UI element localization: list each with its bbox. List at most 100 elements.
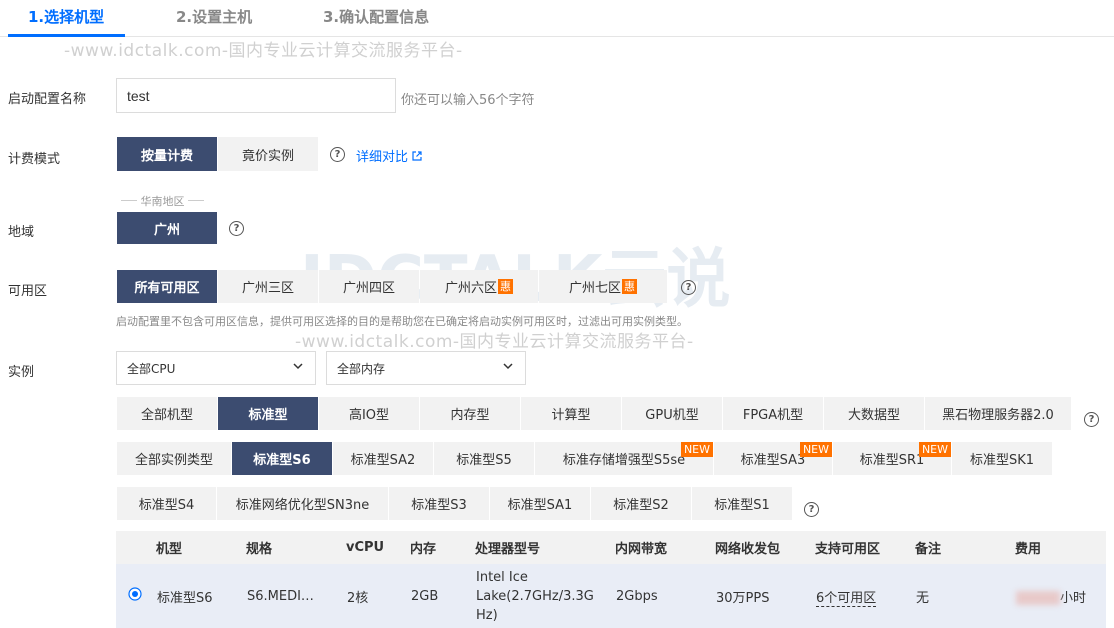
watermark-text-top: -www.idctalk.com-国内专业云计算交流服务平台- bbox=[64, 41, 463, 61]
instance-table: 机型 规格 vCPU 内存 处理器型号 内网带宽 网络收发包 支持可用区 备注 … bbox=[116, 531, 1106, 628]
header-memory: 内存 bbox=[410, 531, 475, 564]
type-s4[interactable]: 标准型S4 bbox=[117, 487, 216, 520]
header-model: 机型 bbox=[156, 531, 246, 564]
table-header-row: 机型 规格 vCPU 内存 处理器型号 内网带宽 网络收发包 支持可用区 备注 … bbox=[116, 531, 1106, 564]
family-bigdata[interactable]: 大数据型 bbox=[824, 397, 924, 430]
memory-select-value: 全部内存 bbox=[337, 361, 386, 376]
billing-compare-label: 详细对比 bbox=[356, 150, 409, 165]
type-sa3-label: 标准型SA3 bbox=[740, 453, 806, 468]
config-name-input[interactable] bbox=[116, 78, 396, 113]
watermark-text-middle: -www.idctalk.com-国内专业云计算交流服务平台- bbox=[295, 332, 694, 352]
billing-help-icon[interactable]: ? bbox=[330, 147, 345, 162]
discount-badge: 惠 bbox=[622, 279, 637, 294]
family-compute[interactable]: 计算型 bbox=[521, 397, 621, 430]
region-group-text: 华南地区 bbox=[140, 195, 185, 208]
type-s2[interactable]: 标准型S2 bbox=[591, 487, 691, 520]
header-zones: 支持可用区 bbox=[815, 531, 915, 564]
type-all[interactable]: 全部实例类型 bbox=[117, 442, 231, 475]
row-price: 小时 bbox=[1015, 564, 1106, 628]
type-sa3[interactable]: 标准型SA3 NEW bbox=[714, 442, 832, 475]
new-badge: NEW bbox=[918, 442, 951, 457]
row-pps: 30万PPS bbox=[715, 564, 815, 628]
header-price: 费用 bbox=[1015, 531, 1106, 564]
chevron-down-icon bbox=[293, 363, 303, 370]
cpu-select[interactable]: 全部CPU bbox=[116, 351, 316, 385]
new-badge: NEW bbox=[799, 442, 832, 457]
type-s6[interactable]: 标准型S6 bbox=[232, 442, 332, 475]
row-radio-cell[interactable] bbox=[116, 564, 156, 628]
row-vcpu: 2核 bbox=[346, 564, 410, 628]
header-vcpu: vCPU bbox=[346, 531, 410, 564]
config-name-hint: 你还可以输入56个字符 bbox=[401, 93, 535, 108]
type-s5se[interactable]: 标准存储增强型S5se NEW bbox=[535, 442, 713, 475]
region-help-icon[interactable]: ? bbox=[229, 221, 244, 236]
type-sk1[interactable]: 标准型SK1 bbox=[952, 442, 1052, 475]
zone-help-icon[interactable]: ? bbox=[681, 280, 696, 295]
zone-option-gz7-label: 广州七区 bbox=[568, 281, 621, 296]
table-row[interactable]: 标准型S6 S6.MEDI… 2核 2GB Intel Ice Lake(2.7… bbox=[116, 564, 1106, 628]
row-cpu-line1: Intel Ice bbox=[476, 569, 528, 585]
type-help-icon[interactable]: ? bbox=[804, 502, 819, 517]
region-option-guangzhou[interactable]: 广州 bbox=[117, 212, 217, 244]
header-bandwidth: 内网带宽 bbox=[615, 531, 715, 564]
family-help-icon[interactable]: ? bbox=[1084, 412, 1099, 427]
family-high-io[interactable]: 高IO型 bbox=[319, 397, 419, 430]
config-name-label: 启动配置名称 bbox=[8, 92, 87, 107]
row-note: 无 bbox=[915, 564, 1015, 628]
row-spec: S6.MEDI… bbox=[246, 564, 346, 628]
zone-option-all[interactable]: 所有可用区 bbox=[117, 270, 217, 303]
new-badge: NEW bbox=[680, 442, 713, 457]
family-fpga[interactable]: FPGA机型 bbox=[723, 397, 823, 430]
header-radio-col bbox=[116, 531, 156, 564]
header-cpu-model: 处理器型号 bbox=[475, 531, 615, 564]
billing-option-spot[interactable]: 竟价实例 bbox=[218, 137, 318, 171]
zone-hint: 启动配置里不包含可用区信息，提供可用区选择的目的是帮助您在已确定将启动实例可用区… bbox=[116, 315, 688, 328]
zone-option-gz3[interactable]: 广州三区 bbox=[218, 270, 318, 303]
zone-option-gz6-label: 广州六区 bbox=[444, 281, 497, 296]
type-sa2[interactable]: 标准型SA2 bbox=[333, 442, 433, 475]
type-s5se-label: 标准存储增强型S5se bbox=[562, 453, 686, 468]
type-s3[interactable]: 标准型S3 bbox=[389, 487, 489, 520]
memory-select[interactable]: 全部内存 bbox=[326, 351, 526, 385]
family-bare-metal[interactable]: 黑石物理服务器2.0 bbox=[925, 397, 1071, 430]
row-model: 标准型S6 bbox=[156, 564, 246, 628]
region-group-label: 华南地区 bbox=[121, 193, 204, 209]
billing-compare-link[interactable]: 详细对比 bbox=[356, 146, 422, 165]
row-cpu-model: Intel Ice Lake(2.7GHz/3.3G Hz) bbox=[475, 564, 615, 628]
header-pps: 网络收发包 bbox=[715, 531, 815, 564]
billing-option-pay-as-you-go[interactable]: 按量计费 bbox=[117, 137, 217, 171]
family-all[interactable]: 全部机型 bbox=[117, 397, 217, 430]
external-link-icon bbox=[412, 151, 422, 161]
row-zones[interactable]: 6个可用区 bbox=[815, 564, 915, 628]
row-price-suffix: 小时 bbox=[1060, 590, 1087, 606]
step-confirm-config[interactable]: 3.确认配置信息 bbox=[323, 6, 429, 27]
type-s5[interactable]: 标准型S5 bbox=[434, 442, 534, 475]
family-gpu[interactable]: GPU机型 bbox=[622, 397, 722, 430]
row-cpu-line2: Lake(2.7GHz/3.3G bbox=[476, 588, 594, 604]
family-memory[interactable]: 内存型 bbox=[420, 397, 520, 430]
header-spec: 规格 bbox=[246, 531, 346, 564]
type-sn3ne[interactable]: 标准网络优化型SN3ne bbox=[217, 487, 388, 520]
family-standard[interactable]: 标准型 bbox=[218, 397, 318, 430]
zone-option-gz7[interactable]: 广州七区惠 bbox=[539, 270, 667, 303]
zone-option-gz4[interactable]: 广州四区 bbox=[319, 270, 419, 303]
header-note: 备注 bbox=[915, 531, 1015, 564]
price-blurred-value bbox=[1016, 591, 1060, 605]
billing-label: 计费模式 bbox=[8, 152, 61, 167]
row-zones-link[interactable]: 6个可用区 bbox=[816, 590, 877, 607]
cpu-select-value: 全部CPU bbox=[127, 361, 176, 376]
zone-label: 可用区 bbox=[8, 284, 48, 299]
step-set-host[interactable]: 2.设置主机 bbox=[176, 6, 252, 27]
step-select-model[interactable]: 1.选择机型 bbox=[28, 6, 104, 27]
type-sr1-label: 标准型SR1 bbox=[859, 453, 925, 468]
row-memory: 2GB bbox=[410, 564, 475, 628]
type-s1[interactable]: 标准型S1 bbox=[692, 487, 792, 520]
type-sa1[interactable]: 标准型SA1 bbox=[490, 487, 590, 520]
instance-label: 实例 bbox=[8, 365, 35, 380]
region-label: 地域 bbox=[8, 225, 35, 240]
zone-option-gz6[interactable]: 广州六区惠 bbox=[420, 270, 538, 303]
radio-selected-icon[interactable] bbox=[128, 587, 142, 601]
chevron-down-icon bbox=[503, 363, 513, 370]
type-sr1[interactable]: 标准型SR1 NEW bbox=[833, 442, 951, 475]
discount-badge: 惠 bbox=[498, 279, 513, 294]
